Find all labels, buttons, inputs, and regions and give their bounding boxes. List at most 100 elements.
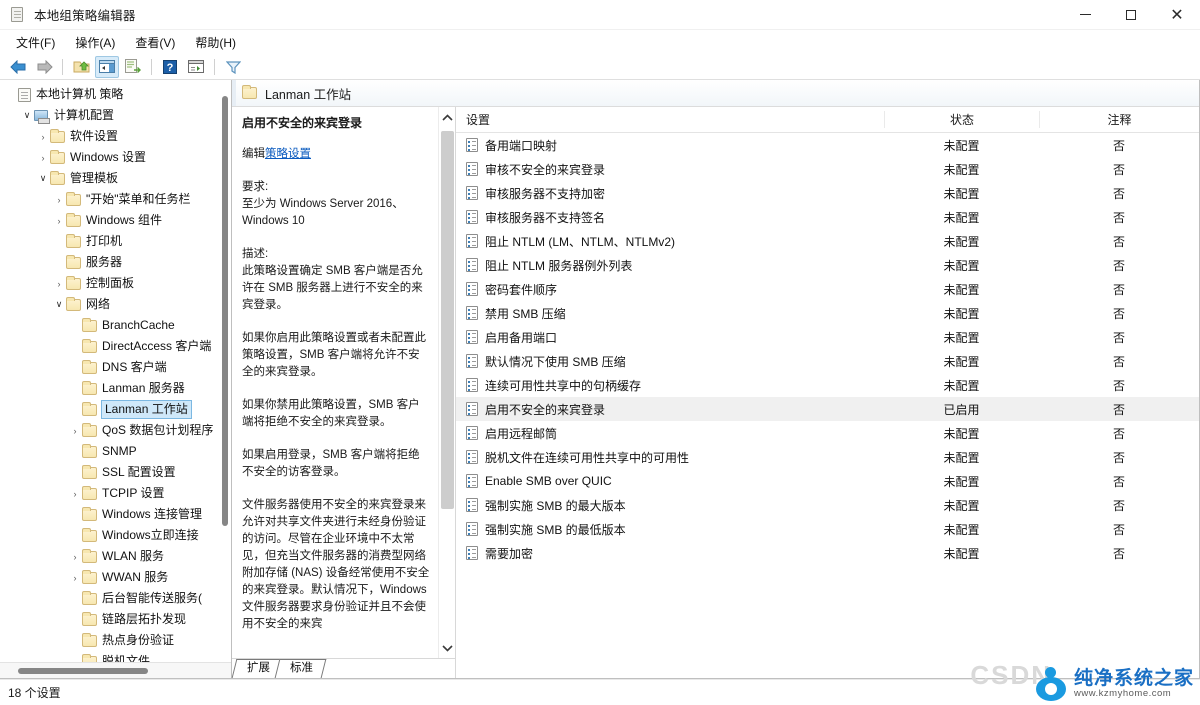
chevron-right-icon[interactable]: ›	[36, 126, 50, 147]
doc-icon	[18, 87, 31, 102]
table-row[interactable]: 强制实施 SMB 的最低版本 未配置 否	[456, 517, 1199, 541]
tree-item[interactable]: 服务器	[0, 252, 231, 273]
minimize-button[interactable]	[1062, 0, 1108, 30]
edit-policy-setting-link[interactable]: 策略设置	[265, 148, 311, 160]
tree-horizontal-scroll-thumb[interactable]	[18, 668, 148, 674]
table-row[interactable]: 启用不安全的来宾登录 已启用 否	[456, 397, 1199, 421]
tree-item[interactable]: 后台智能传送服务(	[0, 588, 231, 609]
tree-item[interactable]: DirectAccess 客户端	[0, 336, 231, 357]
tree-item[interactable]: › 软件设置	[0, 126, 231, 147]
tree-vertical-scrollbar[interactable]	[221, 86, 229, 654]
table-row[interactable]: 禁用 SMB 压缩 未配置 否	[456, 301, 1199, 325]
tree-item[interactable]: 本地计算机 策略	[0, 84, 231, 105]
tree-item[interactable]: ∨ 管理模板	[0, 168, 231, 189]
tree-item[interactable]: Windows立即连接	[0, 525, 231, 546]
chevron-down-icon[interactable]	[439, 639, 456, 656]
table-row[interactable]: 审核不安全的来宾登录 未配置 否	[456, 157, 1199, 181]
chevron-up-icon[interactable]	[439, 109, 456, 126]
tree-item[interactable]: › WWAN 服务	[0, 567, 231, 588]
menu-action[interactable]: 操作(A)	[65, 31, 125, 54]
back-arrow-icon[interactable]	[6, 56, 30, 78]
tree-item[interactable]: Windows 连接管理	[0, 504, 231, 525]
table-row[interactable]: 默认情况下使用 SMB 压缩 未配置 否	[456, 349, 1199, 373]
table-row[interactable]: Enable SMB over QUIC 未配置 否	[456, 469, 1199, 493]
column-header-state[interactable]: 状态	[884, 111, 1039, 128]
policy-setting-icon	[466, 162, 478, 176]
column-header-comment[interactable]: 注释	[1039, 111, 1199, 128]
tree-item[interactable]: › WLAN 服务	[0, 546, 231, 567]
help-icon[interactable]: ?	[158, 56, 182, 78]
tree-item[interactable]: › Windows 设置	[0, 147, 231, 168]
policy-setting-icon	[466, 210, 478, 224]
menu-view[interactable]: 查看(V)	[125, 31, 185, 54]
chevron-down-icon[interactable]: ∨	[52, 294, 66, 315]
table-row[interactable]: 备用端口映射 未配置 否	[456, 133, 1199, 157]
table-row[interactable]: 连续可用性共享中的句柄缓存 未配置 否	[456, 373, 1199, 397]
tree-item[interactable]: › "开始"菜单和任务栏	[0, 189, 231, 210]
chevron-right-icon[interactable]: ›	[36, 147, 50, 168]
table-row[interactable]: 强制实施 SMB 的最大版本 未配置 否	[456, 493, 1199, 517]
tab-standard[interactable]: 标准	[274, 659, 327, 678]
tree-item[interactable]: SSL 配置设置	[0, 462, 231, 483]
tree-item[interactable]: 热点身份验证	[0, 630, 231, 651]
maximize-button[interactable]	[1108, 0, 1154, 30]
table-row[interactable]: 阻止 NTLM 服务器例外列表 未配置 否	[456, 253, 1199, 277]
cell-comment: 否	[1112, 210, 1125, 225]
chevron-right-icon[interactable]: ›	[52, 273, 66, 294]
table-row[interactable]: 阻止 NTLM (LM、NTLM、NTLMv2) 未配置 否	[456, 229, 1199, 253]
chevron-down-icon[interactable]: ∨	[36, 168, 50, 189]
edit-prefix: 编辑	[242, 148, 265, 160]
tree-item[interactable]: › 控制面板	[0, 273, 231, 294]
forward-arrow-icon[interactable]	[32, 56, 56, 78]
chevron-right-icon[interactable]: ›	[52, 189, 66, 210]
cell-setting: 强制实施 SMB 的最低版本	[456, 521, 884, 538]
detail-header-title: Lanman 工作站	[265, 87, 352, 102]
console-tree[interactable]: 本地计算机 策略 ∨ 计算机配置 › 软件设置 › Windows 设置 ∨ 管理模板 › "开始"…	[0, 80, 231, 662]
tree-item[interactable]: › TCPIP 设置	[0, 483, 231, 504]
description-scroll-thumb[interactable]	[441, 131, 454, 509]
tree-item[interactable]: 打印机	[0, 231, 231, 252]
column-header-setting[interactable]: 设置	[456, 111, 884, 128]
tree-item[interactable]: SNMP	[0, 441, 231, 462]
tree-item[interactable]: › Windows 组件	[0, 210, 231, 231]
description-paragraph: 文件服务器使用不安全的来宾登录来允许对共享文件夹进行未经身份验证的访问。尽管在企…	[242, 499, 430, 630]
setting-name: 连续可用性共享中的句柄缓存	[485, 378, 642, 393]
tree-item[interactable]: BranchCache	[0, 315, 231, 336]
close-button[interactable]: ✕	[1154, 0, 1200, 30]
policy-setting-icon	[466, 450, 478, 464]
description-vertical-scrollbar[interactable]	[438, 107, 455, 658]
table-row[interactable]: 审核服务器不支持签名 未配置 否	[456, 205, 1199, 229]
tree-item[interactable]: 脱机文件	[0, 651, 231, 662]
chevron-right-icon[interactable]: ›	[52, 210, 66, 231]
chevron-right-icon[interactable]: ›	[68, 546, 82, 567]
tree-item[interactable]: ∨ 网络	[0, 294, 231, 315]
tree-item[interactable]: 链路层拓扑发现	[0, 609, 231, 630]
tree-horizontal-scrollbar[interactable]	[0, 662, 231, 678]
table-row[interactable]: 审核服务器不支持加密 未配置 否	[456, 181, 1199, 205]
export-list-icon[interactable]	[121, 56, 145, 78]
tree-item[interactable]: Lanman 服务器	[0, 378, 231, 399]
window-list-icon[interactable]	[184, 56, 208, 78]
policy-setting-icon	[466, 258, 478, 272]
up-folder-icon[interactable]	[69, 56, 93, 78]
table-row[interactable]: 启用远程邮筒 未配置 否	[456, 421, 1199, 445]
chevron-right-icon[interactable]: ›	[68, 567, 82, 588]
table-row[interactable]: 需要加密 未配置 否	[456, 541, 1199, 565]
tree-item[interactable]: DNS 客户端	[0, 357, 231, 378]
table-row[interactable]: 密码套件顺序 未配置 否	[456, 277, 1199, 301]
show-hide-tree-icon[interactable]	[95, 55, 119, 78]
tree-item[interactable]: ∨ 计算机配置	[0, 105, 231, 126]
tree-item[interactable]: › QoS 数据包计划程序	[0, 420, 231, 441]
chevron-right-icon[interactable]: ›	[68, 483, 82, 504]
cell-comment: 否	[1112, 546, 1125, 561]
chevron-right-icon[interactable]: ›	[68, 420, 82, 441]
table-row[interactable]: 脱机文件在连续可用性共享中的可用性 未配置 否	[456, 445, 1199, 469]
table-row[interactable]: 启用备用端口 未配置 否	[456, 325, 1199, 349]
filter-icon[interactable]	[221, 56, 245, 78]
tree-item[interactable]: Lanman 工作站	[0, 399, 231, 420]
settings-list[interactable]: 备用端口映射 未配置否审核不安全的来宾登录 未配置否审核服务器不支持加密 未配置否审核…	[456, 133, 1199, 678]
menu-file[interactable]: 文件(F)	[6, 31, 65, 54]
tree-vertical-scroll-thumb[interactable]	[222, 96, 228, 526]
chevron-down-icon[interactable]: ∨	[20, 105, 34, 126]
menu-help[interactable]: 帮助(H)	[185, 31, 246, 54]
